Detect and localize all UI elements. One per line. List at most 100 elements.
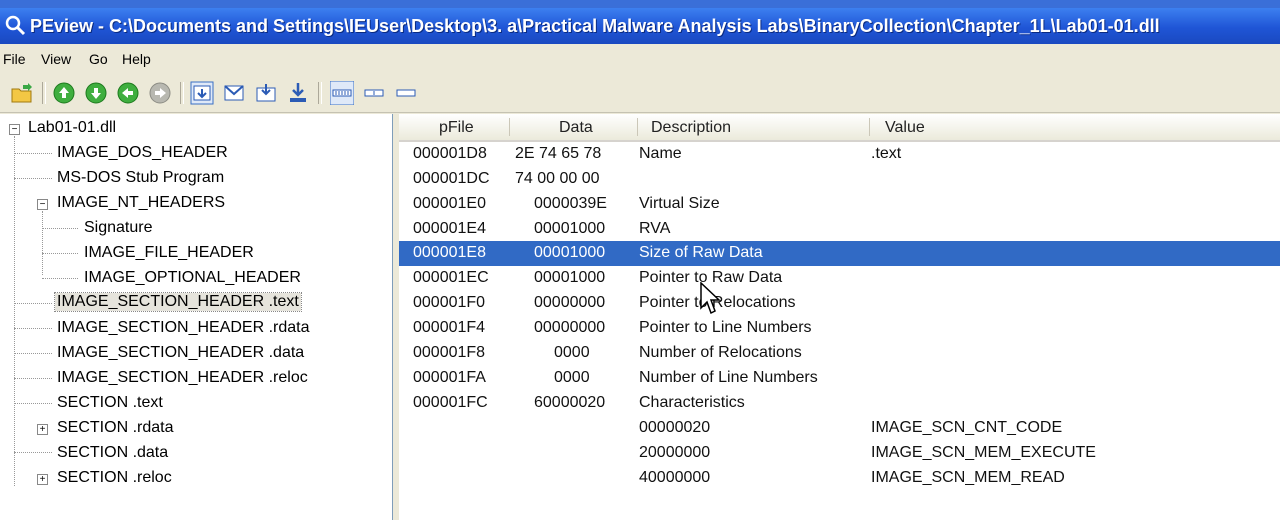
tree-root[interactable]: Lab01-01.dll <box>28 119 116 137</box>
view-narrow-icon[interactable] <box>362 81 386 105</box>
view-download-icon[interactable] <box>286 81 310 105</box>
tree-guide-line <box>14 136 15 486</box>
tree-item-signature[interactable]: Signature <box>84 219 153 237</box>
cell-data: 00000000 <box>534 294 606 311</box>
tree-item-section-text[interactable]: SECTION .text <box>57 394 163 412</box>
table-row[interactable]: 000001FC 60000020 Characteristics <box>399 391 1280 416</box>
cell-pfile: 000001E0 <box>413 195 486 212</box>
table-row[interactable]: 00000020 IMAGE_SCN_CNT_CODE <box>399 416 1280 441</box>
view-save-icon[interactable] <box>254 81 278 105</box>
cell-description: Name <box>639 145 682 162</box>
cell-pfile: 000001FA <box>413 369 486 386</box>
menu-go[interactable]: Go <box>89 51 108 67</box>
collapse-nt-headers-icon[interactable]: − <box>37 199 48 210</box>
cell-data: 74 00 00 00 <box>515 170 600 187</box>
nav-forward-icon[interactable] <box>148 81 172 105</box>
title-bar[interactable]: PEview - C:\Documents and Settings\IEUse… <box>0 8 1280 44</box>
table-row[interactable]: 000001EC 00001000 Pointer to Raw Data <box>399 266 1280 291</box>
cell-description: Size of Raw Data <box>639 244 763 261</box>
tree-item-file-header[interactable]: IMAGE_FILE_HEADER <box>84 244 254 262</box>
table-row[interactable]: 000001D8 2E 74 65 78 Name .text <box>399 142 1280 167</box>
cell-description: 20000000 <box>639 444 711 461</box>
tree-pane: − Lab01-01.dll IMAGE_DOS_HEADER MS-DOS S… <box>0 114 393 520</box>
nav-back-icon[interactable] <box>116 81 140 105</box>
nav-up-icon[interactable] <box>52 81 76 105</box>
view-wide-icon[interactable] <box>330 81 354 105</box>
tree-item-section-reloc[interactable]: SECTION .reloc <box>57 469 172 487</box>
nav-down-icon[interactable] <box>84 81 108 105</box>
tree-guide-line <box>42 253 78 254</box>
tree-guide-line <box>14 328 52 329</box>
cell-pfile: 000001F0 <box>413 294 486 311</box>
peview-app-icon <box>5 15 26 36</box>
cell-pfile: 000001F4 <box>413 319 486 336</box>
view-hex-icon[interactable] <box>190 81 214 105</box>
cell-description: Virtual Size <box>639 195 720 212</box>
tree-item-optional-header[interactable]: IMAGE_OPTIONAL_HEADER <box>84 269 301 287</box>
toolbar-separator <box>42 82 46 104</box>
column-header-pfile[interactable]: pFile <box>439 119 474 137</box>
column-divider[interactable] <box>509 118 510 136</box>
tree-item-section-header-text[interactable]: IMAGE_SECTION_HEADER .text <box>54 292 302 312</box>
tree-guide-line <box>14 353 52 354</box>
view-mail-icon[interactable] <box>222 81 246 105</box>
table-row[interactable]: 000001F4 00000000 Pointer to Line Number… <box>399 316 1280 341</box>
tree-guide-line <box>42 211 43 275</box>
column-divider[interactable] <box>869 118 870 136</box>
tree-item-section-data[interactable]: SECTION .data <box>57 444 168 462</box>
expand-section-rdata-icon[interactable]: + <box>37 424 48 435</box>
table-row[interactable]: 40000000 IMAGE_SCN_MEM_READ <box>399 466 1280 491</box>
cell-value: IMAGE_SCN_CNT_CODE <box>871 419 1063 436</box>
table-row[interactable]: 20000000 IMAGE_SCN_MEM_EXECUTE <box>399 441 1280 466</box>
view-narrow2-icon[interactable] <box>394 81 418 105</box>
collapse-root-icon[interactable]: − <box>9 124 20 135</box>
cell-data: 00001000 <box>534 220 606 237</box>
cell-pfile: 000001E8 <box>413 244 486 261</box>
tree-item-dos-stub[interactable]: MS-DOS Stub Program <box>57 169 224 187</box>
tree-item-section-rdata[interactable]: SECTION .rdata <box>57 419 173 437</box>
open-folder-icon[interactable] <box>10 81 34 105</box>
tree-guide-line <box>14 303 52 304</box>
tree-guide-line <box>14 178 52 179</box>
tree-guide-line <box>42 228 78 229</box>
cell-pfile: 000001E4 <box>413 220 486 237</box>
cell-data: 2E 74 65 78 <box>515 145 602 162</box>
tree-guide-line <box>14 452 52 453</box>
cell-pfile: 000001D8 <box>413 145 487 162</box>
menu-help[interactable]: Help <box>122 51 151 67</box>
column-header-value[interactable]: Value <box>885 119 925 137</box>
toolbar-separator <box>318 82 322 104</box>
column-divider[interactable] <box>637 118 638 136</box>
expand-section-reloc-icon[interactable]: + <box>37 474 48 485</box>
cell-data: 00001000 <box>534 269 606 286</box>
cell-value: IMAGE_SCN_MEM_EXECUTE <box>871 444 1096 461</box>
table-row[interactable]: 000001F0 00000000 Pointer to Relocations <box>399 291 1280 316</box>
toolbar <box>0 74 1280 113</box>
tree-item-section-header-rdata[interactable]: IMAGE_SECTION_HEADER .rdata <box>57 319 310 337</box>
menu-view[interactable]: View <box>41 51 71 67</box>
tree-item-section-header-data[interactable]: IMAGE_SECTION_HEADER .data <box>57 344 304 362</box>
column-header-bar: pFile Data Description Value <box>399 114 1280 142</box>
tree-item-nt-headers[interactable]: IMAGE_NT_HEADERS <box>57 194 225 212</box>
column-header-data[interactable]: Data <box>559 119 593 137</box>
cell-data: 0000 <box>554 344 590 361</box>
tree-item-dos-header[interactable]: IMAGE_DOS_HEADER <box>57 144 228 162</box>
tree-item-section-header-reloc[interactable]: IMAGE_SECTION_HEADER .reloc <box>57 369 308 387</box>
menu-file[interactable]: File <box>3 51 26 67</box>
cell-pfile: 000001EC <box>413 269 489 286</box>
tree-guide-line <box>14 378 52 379</box>
table-row-selected[interactable]: 000001E8 00001000 Size of Raw Data <box>399 241 1280 266</box>
table-row[interactable]: 000001F8 0000 Number of Relocations <box>399 341 1280 366</box>
cell-description: RVA <box>639 220 671 237</box>
cell-value: IMAGE_SCN_MEM_READ <box>871 469 1065 486</box>
cell-pfile: 000001DC <box>413 170 490 187</box>
tree-guide-line <box>42 278 78 279</box>
tree-guide-line <box>14 153 52 154</box>
table-row[interactable]: 000001E0 0000039E Virtual Size <box>399 192 1280 217</box>
table-row[interactable]: 000001E4 00001000 RVA <box>399 217 1280 242</box>
column-header-description[interactable]: Description <box>651 119 731 137</box>
table-row[interactable]: 000001FA 0000 Number of Line Numbers <box>399 366 1280 391</box>
cell-description: Characteristics <box>639 394 745 411</box>
table-row[interactable]: 000001DC 74 00 00 00 <box>399 167 1280 192</box>
window-title: PEview - C:\Documents and Settings\IEUse… <box>30 16 1160 36</box>
